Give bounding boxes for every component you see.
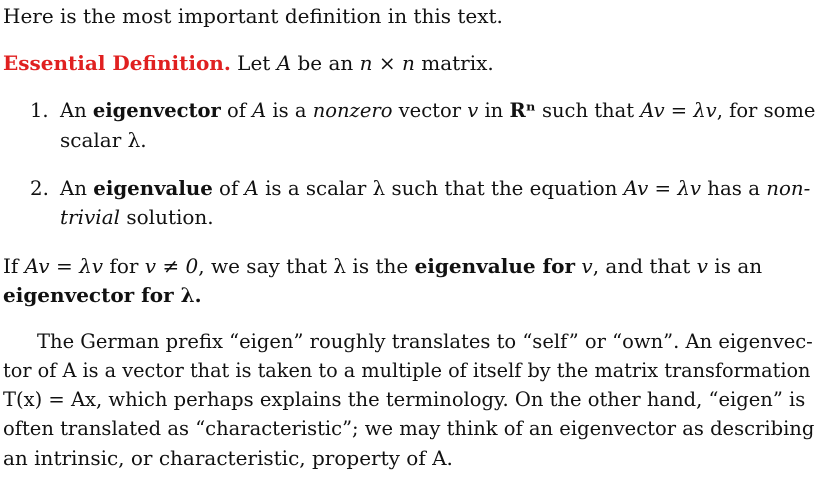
list-item-2-line-1: 2. An eigenvalue of A is a scalar λ such … <box>30 176 810 201</box>
matrix-symbol: A <box>252 99 267 122</box>
text: is a <box>266 99 313 122</box>
vector-symbol: v <box>696 254 708 278</box>
text: , for some <box>716 99 816 122</box>
emphasis-nontrivial: non- <box>766 177 811 200</box>
text: has a <box>701 177 767 200</box>
definition-text-c: matrix. <box>414 51 494 75</box>
text: vector <box>392 99 468 122</box>
matrix-size: n × n <box>359 51 415 75</box>
text: of <box>212 177 245 200</box>
list-item-1-line-1: 1. An eigenvector of A is a nonzero vecto… <box>30 99 815 123</box>
text: , and that <box>592 254 697 278</box>
space-symbol: Rⁿ <box>509 99 536 122</box>
text: An <box>60 177 94 200</box>
text: is a scalar λ such that the equation <box>258 177 624 200</box>
text: of <box>220 99 253 122</box>
text: If <box>3 254 25 278</box>
remark-line-1: If Av = λv for v ≠ 0, we say that λ is t… <box>3 254 762 278</box>
text: solution. <box>120 205 214 229</box>
intro-text: Here is the most important definition in… <box>3 4 503 28</box>
definition-heading: Essential Definition. <box>3 51 231 75</box>
text: An <box>60 99 93 122</box>
definition-text-b: be an <box>291 51 360 75</box>
term-eigenvector-for: eigenvector for λ. <box>3 283 202 307</box>
matrix-symbol: A <box>244 177 259 200</box>
paragraph-line-3: T(x) = Ax, which perhaps explains the te… <box>3 388 806 411</box>
term-eigenvalue-for: eigenvalue for <box>414 254 576 278</box>
paragraph-line-2: tor of A is a vector that is taken to a … <box>3 359 811 382</box>
text: , we say that λ is the <box>198 254 415 278</box>
paragraph-line-5: an intrinsic, or characteristic, propert… <box>3 446 453 470</box>
definition-line: Essential Definition. Let A be an n × n … <box>3 51 494 75</box>
text: is an <box>707 254 763 278</box>
matrix-symbol: A <box>276 51 292 75</box>
emphasis-nontrivial: trivial <box>60 205 121 229</box>
vector-symbol: v <box>467 99 479 122</box>
list-item-1-number: 1. <box>30 99 49 122</box>
list-item-2-line-2: trivial solution. <box>60 205 214 229</box>
vector-symbol: v <box>581 254 593 278</box>
paragraph-line-1: The German prefix “eigen” roughly transl… <box>37 330 813 353</box>
term-eigenvector: eigenvector <box>92 99 221 122</box>
eigen-equation: Av = λv <box>640 99 717 122</box>
text: for <box>103 254 145 278</box>
term-eigenvalue: eigenvalue <box>93 176 213 200</box>
emphasis-nonzero: nonzero <box>312 99 393 122</box>
text: in <box>478 99 510 122</box>
eigen-equation: Av = λv <box>24 254 104 278</box>
list-item-1-line-2: scalar λ. <box>60 128 147 152</box>
remark-line-2: eigenvector for λ. <box>3 283 202 307</box>
definition-text-a: Let <box>237 51 277 75</box>
paragraph-line-4: often translated as “characteristic”; we… <box>3 417 815 440</box>
nonzero-condition: v ≠ 0 <box>144 254 199 278</box>
text: such that <box>535 99 641 122</box>
list-item-2-number: 2. <box>30 177 49 200</box>
eigen-equation: Av = λv <box>623 177 702 200</box>
